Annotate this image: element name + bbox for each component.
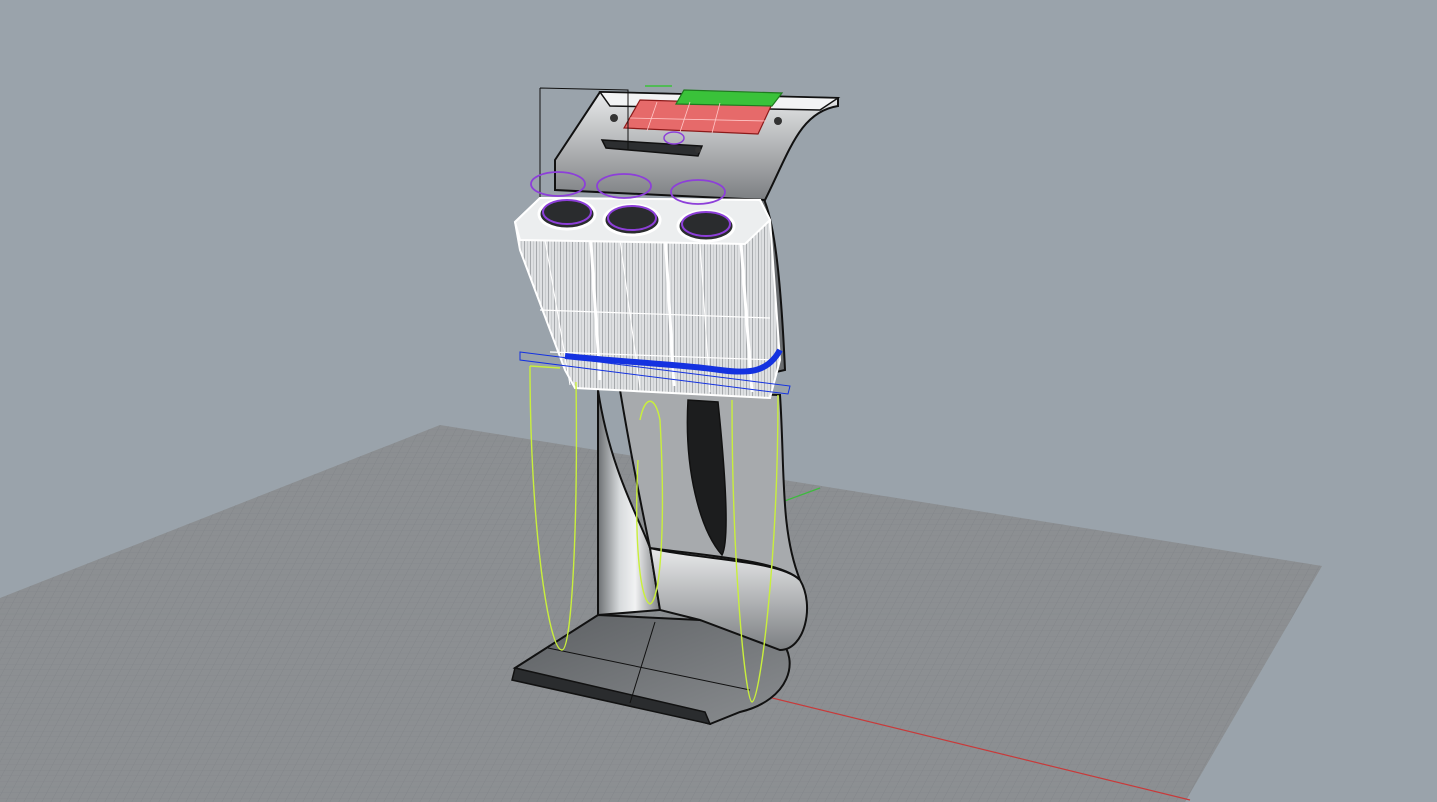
viewport-canvas[interactable] [0, 0, 1437, 802]
display-panel-green[interactable] [674, 89, 784, 107]
cup-middle[interactable] [602, 203, 662, 237]
cup-right[interactable] [676, 209, 736, 243]
cup-left[interactable] [537, 197, 597, 231]
rhino-3d-viewport[interactable] [0, 0, 1437, 802]
